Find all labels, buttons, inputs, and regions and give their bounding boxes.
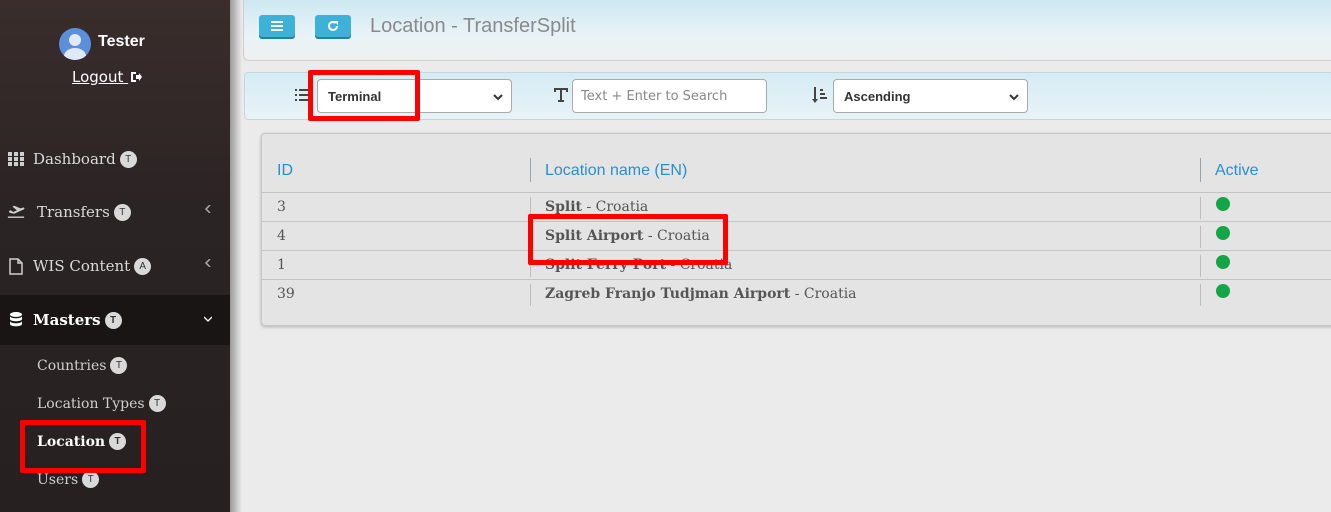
nav-item-masters[interactable]: Masters T: [0, 295, 230, 345]
logout-icon: [131, 72, 143, 82]
cell-id: 4: [277, 228, 286, 244]
nav-badge: T: [104, 311, 122, 329]
chevron-left-icon: [204, 259, 211, 267]
search-input[interactable]: Text + Enter to Search: [572, 79, 767, 113]
locations-table: ID Location name (EN) Active 3 Split - C…: [261, 133, 1331, 326]
user-block: Tester Logout: [0, 0, 230, 120]
sub-badge: T: [82, 471, 100, 488]
active-status-dot: [1216, 226, 1230, 240]
user-name: Tester: [98, 33, 145, 50]
column-header-id[interactable]: ID: [277, 162, 293, 180]
chevron-down-icon: [204, 316, 212, 323]
grid-icon: [7, 150, 25, 168]
active-status-dot: [1216, 284, 1230, 298]
chevron-down-icon: [493, 94, 503, 101]
database-icon: [7, 311, 25, 329]
nav-badge: T: [119, 150, 137, 168]
sort-select[interactable]: Ascending: [833, 79, 1028, 113]
table-row[interactable]: 1 Split Ferry Port - Croatia: [262, 250, 1331, 280]
nav-item-wis-content[interactable]: WIS Content A: [0, 241, 230, 291]
logout-link[interactable]: Logout: [72, 68, 143, 86]
table-row[interactable]: 39 Zagreb Franjo Tudjman Airport - Croat…: [262, 279, 1331, 309]
nav-item-transfers[interactable]: Transfers T: [0, 187, 230, 237]
top-header: Location - TransferSplit: [243, 0, 1331, 61]
table-row[interactable]: 4 Split Airport - Croatia: [262, 221, 1331, 251]
cell-id: 39: [277, 286, 295, 302]
refresh-button[interactable]: [315, 15, 351, 37]
active-status-dot: [1216, 255, 1230, 269]
chevron-down-icon: [1009, 94, 1019, 101]
highlight-box-location-menu: [20, 420, 146, 473]
column-header-active[interactable]: Active: [1215, 162, 1259, 180]
sub-item-countries[interactable]: Countries T: [37, 357, 128, 374]
cell-location-name: Zagreb Franjo Tudjman Airport - Croatia: [545, 286, 857, 302]
cell-location-name: Split - Croatia: [545, 199, 649, 215]
nav-item-dashboard[interactable]: Dashboard T: [0, 134, 230, 184]
text-icon: [554, 88, 568, 102]
cell-id: 1: [277, 257, 286, 273]
chevron-left-icon: [204, 205, 211, 213]
highlight-box-field-select: [308, 70, 420, 121]
menu-toggle-button[interactable]: [259, 15, 295, 37]
sub-badge: T: [110, 357, 128, 374]
avatar: [59, 28, 91, 60]
cell-id: 3: [277, 199, 286, 215]
refresh-icon: [328, 20, 338, 31]
nav-badge: T: [113, 203, 131, 221]
sub-item-users[interactable]: Users T: [37, 471, 100, 488]
column-header-location-name[interactable]: Location name (EN): [545, 162, 687, 180]
sort-icon: [812, 87, 827, 103]
page-title: Location - TransferSplit: [370, 15, 576, 37]
sub-badge: T: [148, 395, 166, 412]
highlight-box-split-airport: [528, 214, 728, 265]
nav-badge: A: [134, 257, 152, 275]
sub-item-location-types[interactable]: Location Types T: [37, 395, 166, 412]
table-row[interactable]: 3 Split - Croatia: [262, 192, 1331, 222]
sidebar-shadow: [230, 0, 242, 512]
document-icon: [7, 257, 25, 275]
plane-icon: [7, 203, 25, 221]
active-status-dot: [1216, 197, 1230, 211]
hamburger-icon: [271, 21, 283, 31]
